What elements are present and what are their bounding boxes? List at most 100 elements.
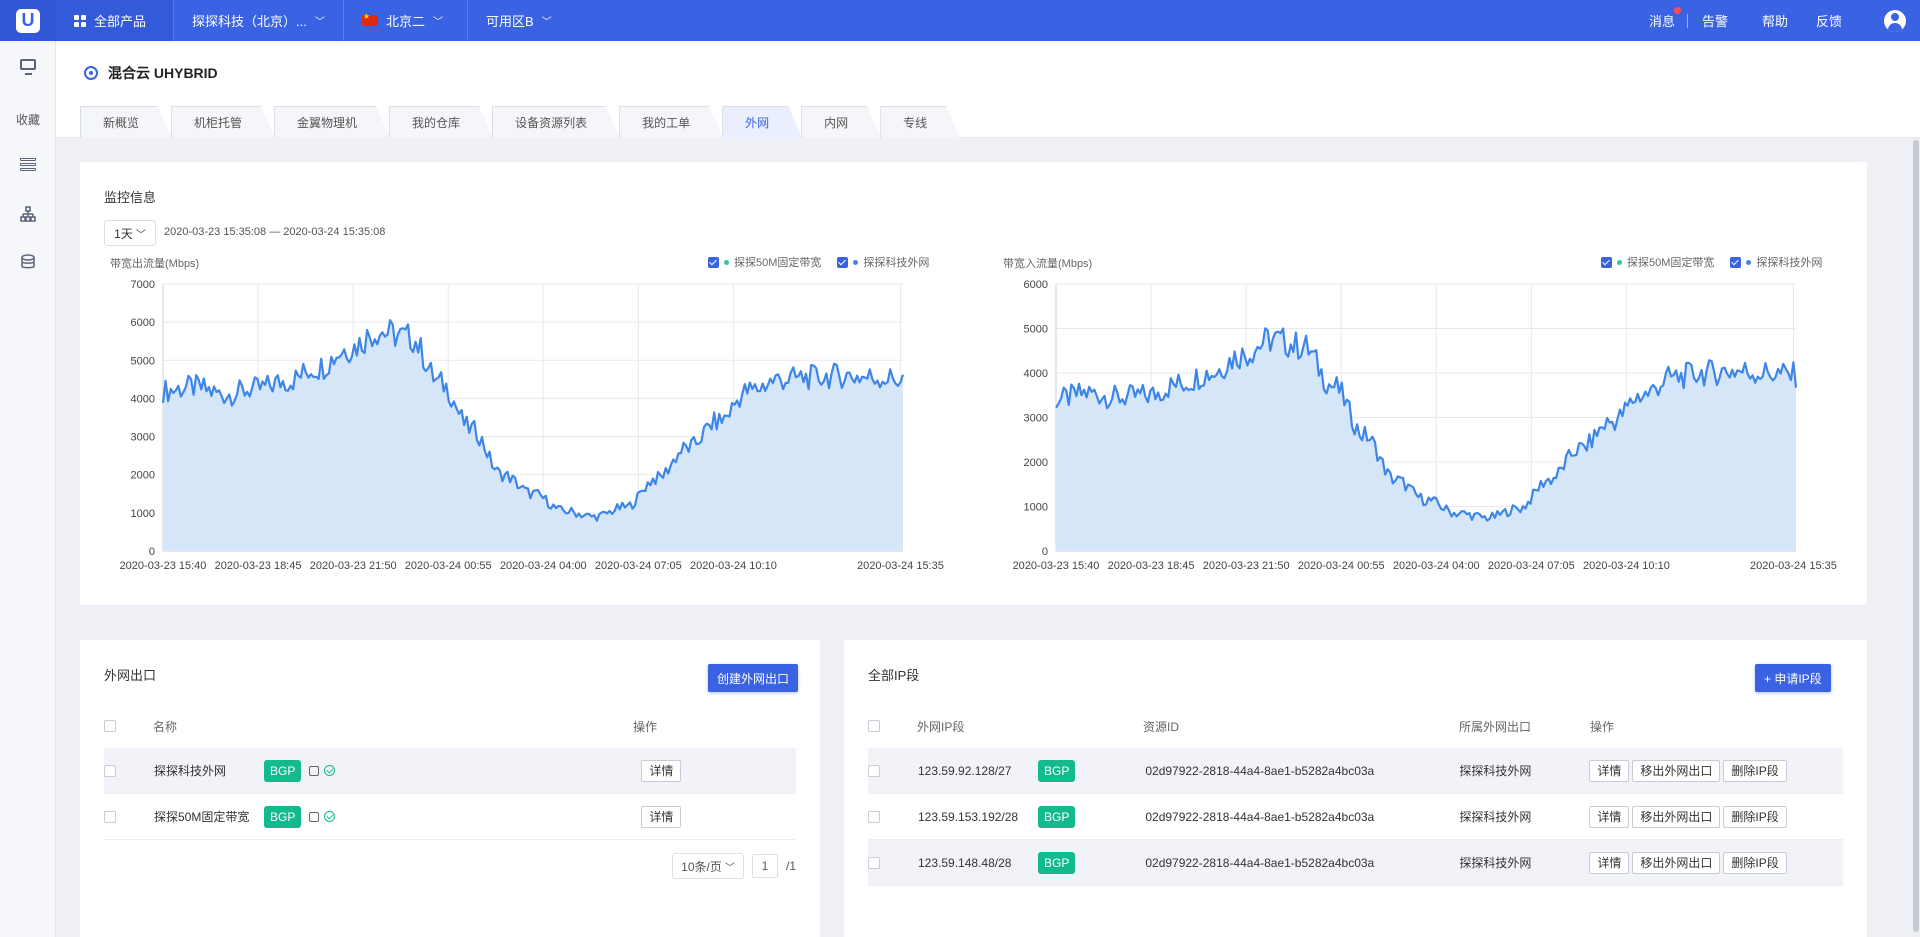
apply-ip-button[interactable]: + 申请IP段 (1755, 664, 1831, 692)
page-header: 混合云 UHYBRID 新概览 机柜托管 金翼物理机 我的仓库 设备资源列表 我… (56, 41, 1920, 138)
tab-tickets[interactable]: 我的工单 (619, 106, 723, 138)
grid-icon (74, 14, 86, 27)
series-area (163, 320, 903, 551)
resource-id: 02d97922-2818-44a4-8ae1-b5282a4bc03a (1145, 855, 1375, 870)
create-exit-button[interactable]: 创建外网出口 (708, 664, 799, 692)
y-tick-label: 3000 (131, 432, 155, 444)
all-products-menu[interactable]: 全部产品 (56, 0, 174, 41)
x-tick-label: 2020-03-24 15:35 (1750, 560, 1837, 572)
main-content: 监控信息 1天 ﹀ 2020-03-23 15:35:08 — 2020-03-… (56, 138, 1920, 937)
ips-table-header: 外网IP段 资源ID 所属外网出口 操作 (868, 704, 1843, 748)
inbound-y-label: 带宽入流量(Mbps) (1003, 258, 1093, 270)
detail-button[interactable]: 详情 (641, 805, 682, 828)
alarms-link[interactable]: 告警 (1690, 11, 1740, 30)
row-checkbox[interactable] (868, 764, 880, 777)
x-tick-label: 2020-03-24 07:05 (1488, 560, 1575, 572)
legend-item-external[interactable]: 探探科技外网 (837, 254, 929, 270)
database-icon[interactable] (20, 254, 36, 270)
favorites-label[interactable]: 收藏 (0, 111, 56, 128)
legend-label: 探探50M固定带宽 (734, 257, 822, 269)
col-name: 名称 (153, 719, 178, 734)
link-icon (309, 811, 320, 822)
page-number-input[interactable]: 1 (752, 854, 778, 878)
series-dot-icon (1617, 259, 1622, 265)
user-avatar-icon[interactable] (1884, 9, 1906, 32)
feedback-link[interactable]: 反馈 (1804, 11, 1854, 30)
detail-button[interactable]: 详情 (641, 759, 682, 782)
zone-selector[interactable]: 可用区B ﹀ (468, 0, 572, 41)
y-tick-label: 6000 (131, 317, 155, 329)
page-scrollbar[interactable] (1912, 138, 1920, 937)
inbound-legend: 探探50M固定带宽 探探科技外网 (1601, 254, 1822, 270)
monitor-panel: 监控信息 1天 ﹀ 2020-03-23 15:35:08 — 2020-03-… (80, 162, 1867, 605)
remove-exit-button[interactable]: 移出外网出口 (1632, 805, 1721, 828)
top-right-links: 消息 告警 帮助 反馈 (1637, 0, 1920, 41)
monitor-title: 监控信息 (104, 190, 157, 205)
x-tick-label: 2020-03-24 00:55 (405, 560, 492, 572)
row-checkbox[interactable] (868, 810, 880, 823)
all-products-label: 全部产品 (94, 14, 147, 29)
ip-segment: 123.59.148.48/28 (918, 855, 1012, 870)
inbound-chart-svg: 0 1000 2000 3000 4000 5000 6000 2020-03-23 15:4… (1013, 279, 1837, 572)
x-tick-label: 2020-03-23 15:40 (120, 560, 207, 572)
tab-device-list[interactable]: 设备资源列表 (492, 106, 620, 138)
delete-ip-button[interactable]: 删除IP段 (1723, 851, 1787, 874)
table-row: 123.59.153.192/28 BGP 02d97922-2818-44a4… (868, 794, 1843, 840)
messages-link[interactable]: 消息 (1637, 7, 1687, 30)
checkbox-checked-icon (1730, 256, 1742, 268)
legend-label: 探探科技外网 (1756, 257, 1823, 269)
logo[interactable]: U (0, 0, 56, 41)
scrollbar-thumb[interactable] (1913, 140, 1919, 932)
region-selector[interactable]: 北京二 ﹀ (344, 0, 468, 41)
x-tick-label: 2020-03-24 10:10 (1583, 560, 1670, 572)
page-title: 混合云 UHYBRID (84, 63, 218, 83)
checkbox-checked-icon (708, 256, 719, 268)
tab-external-network[interactable]: 外网 (722, 106, 802, 138)
col-action: 操作 (1590, 719, 1615, 734)
row-checkbox[interactable] (868, 856, 880, 869)
detail-button[interactable]: 详情 (1589, 851, 1630, 874)
exits-title: 外网出口 (104, 668, 157, 683)
legend-item-fixed[interactable]: 探探50M固定带宽 (1601, 254, 1714, 270)
link-icon (309, 765, 320, 776)
x-tick-label: 2020-03-23 21:50 (1203, 560, 1290, 572)
delete-ip-button[interactable]: 删除IP段 (1723, 759, 1787, 782)
resource-id: 02d97922-2818-44a4-8ae1-b5282a4bc03a (1145, 809, 1375, 824)
help-link[interactable]: 帮助 (1750, 11, 1800, 30)
table-row: 123.59.92.128/27 BGP 02d97922-2818-44a4-… (868, 748, 1843, 794)
tab-internal-network[interactable]: 内网 (801, 106, 881, 138)
list-icon[interactable] (20, 158, 36, 174)
tab-colocation[interactable]: 机柜托管 (171, 106, 275, 138)
detail-button[interactable]: 详情 (1589, 759, 1630, 782)
inbound-chart: 0 1000 2000 3000 4000 5000 6000 2020-03-23 15:4… (973, 252, 1863, 592)
select-all-checkbox[interactable] (868, 720, 880, 732)
legend-item-external[interactable]: 探探科技外网 (1730, 254, 1822, 270)
legend-item-fixed[interactable]: 探探50M固定带宽 (708, 254, 821, 270)
select-all-checkbox[interactable] (104, 720, 116, 732)
remove-exit-button[interactable]: 移出外网出口 (1632, 851, 1721, 874)
range-select[interactable]: 1天 ﹀ (104, 220, 156, 246)
delete-ip-button[interactable]: 删除IP段 (1723, 805, 1787, 828)
exit-name: 探探50M固定带宽 (154, 810, 250, 824)
series-dot-icon (724, 259, 729, 265)
tab-dedicated-line[interactable]: 专线 (880, 106, 960, 138)
monitor-icon[interactable] (20, 59, 36, 75)
row-checkbox[interactable] (104, 764, 116, 777)
y-tick-label: 1000 (1024, 502, 1048, 514)
org-tree-icon[interactable] (20, 206, 36, 222)
resource-id: 02d97922-2818-44a4-8ae1-b5282a4bc03a (1145, 763, 1375, 778)
top-nav: 全部产品 探探科技（北京）... ﹀ 北京二 ﹀ 可用区B ﹀ (56, 0, 572, 41)
tab-overview[interactable]: 新概览 (80, 106, 172, 138)
legend-label: 探探50M固定带宽 (1627, 257, 1715, 269)
time-range: 2020-03-23 15:35:08 — 2020-03-24 15:35:0… (164, 226, 386, 238)
row-checkbox[interactable] (104, 810, 116, 823)
tab-bare-metal[interactable]: 金翼物理机 (274, 106, 390, 138)
series-area (1056, 328, 1796, 551)
remove-exit-button[interactable]: 移出外网出口 (1632, 759, 1721, 782)
china-flag-icon (362, 12, 378, 26)
page-size-select[interactable]: 10条/页 ﹀ (672, 853, 744, 879)
company-selector[interactable]: 探探科技（北京）... ﹀ (174, 0, 344, 41)
tab-warehouse[interactable]: 我的仓库 (389, 106, 493, 138)
detail-button[interactable]: 详情 (1589, 805, 1630, 828)
bgp-badge: BGP (1038, 805, 1076, 828)
